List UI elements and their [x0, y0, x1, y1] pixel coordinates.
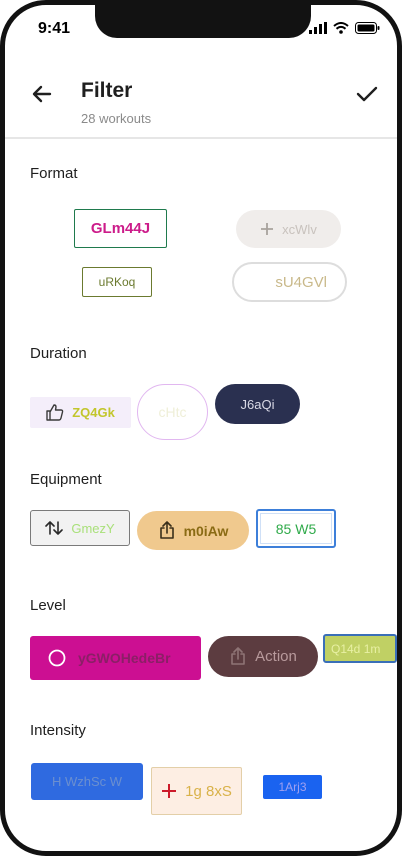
- phone-frame: 9:41 Filter 28 workouts Format GLm44J xc…: [0, 0, 402, 856]
- section-title-equipment: Equipment: [30, 471, 102, 488]
- chip-label: H WzhSc W: [51, 774, 123, 789]
- chip-label: m0iAw: [183, 522, 229, 539]
- app-bar: Filter 28 workouts: [5, 65, 397, 139]
- chip-duration-3[interactable]: J6aQi: [215, 384, 300, 424]
- chip-format-3[interactable]: uRKoq: [82, 267, 152, 297]
- chip-label: 1g 8xS: [185, 782, 232, 800]
- chip-format-1[interactable]: GLm44J: [74, 209, 167, 248]
- thumbs-up-icon: [46, 404, 64, 421]
- arrow-left-icon: [32, 85, 52, 103]
- signal-icon: [309, 22, 327, 34]
- status-icons: [309, 22, 380, 34]
- wifi-icon: [333, 22, 349, 34]
- chip-label: 85 W5: [275, 520, 317, 537]
- page-title: Filter: [81, 79, 133, 102]
- chip-label: uRKoq: [98, 275, 136, 289]
- share-icon: [231, 647, 245, 665]
- battery-icon: [355, 22, 380, 34]
- status-time: 9:41: [38, 20, 71, 37]
- section-title-format: Format: [30, 165, 78, 182]
- chip-label: Q14d 1m: [331, 641, 381, 656]
- chip-intensity-1[interactable]: H WzhSc W: [31, 763, 143, 800]
- chip-format-2[interactable]: xcWlv: [236, 210, 341, 248]
- chip-level-2[interactable]: Action: [208, 636, 318, 677]
- chip-duration-1[interactable]: ZQ4Gk: [30, 397, 131, 428]
- plus-icon: [162, 784, 177, 798]
- chip-intensity-2[interactable]: 1g 8xS: [151, 767, 242, 815]
- back-button[interactable]: [28, 80, 56, 108]
- chip-label: cHtc: [158, 404, 187, 420]
- chip-label: GLm44J: [90, 220, 151, 237]
- confirm-button[interactable]: [353, 80, 381, 108]
- notch: [95, 5, 311, 38]
- chip-level-3[interactable]: Q14d 1m: [323, 634, 397, 663]
- workout-count: 28 workouts: [81, 111, 152, 126]
- chip-equipment-3[interactable]: 85 W5: [256, 509, 336, 548]
- chip-level-1[interactable]: yGWOHedeBr: [30, 636, 201, 680]
- chip-duration-2[interactable]: cHtc: [137, 384, 208, 440]
- up-down-arrows-icon: [45, 521, 64, 535]
- chip-label: J6aQi: [240, 396, 275, 412]
- chip-label: xcWlv: [282, 221, 317, 237]
- plus-icon: [261, 223, 274, 235]
- radio-circle-icon: [48, 649, 66, 667]
- share-icon: [159, 521, 174, 539]
- checkmark-icon: [356, 86, 378, 102]
- section-title-level: Level: [30, 597, 66, 614]
- chip-label: yGWOHedeBr: [78, 650, 171, 666]
- chip-label: GmezY: [71, 520, 115, 536]
- chip-label: 1Arj3: [278, 780, 307, 794]
- chip-label: sU4GVl: [275, 273, 327, 291]
- chip-intensity-3[interactable]: 1Arj3: [263, 775, 322, 799]
- chip-label: Action: [255, 648, 297, 665]
- chip-equipment-1[interactable]: GmezY: [30, 510, 130, 546]
- section-title-intensity: Intensity: [30, 722, 86, 739]
- chip-equipment-2[interactable]: m0iAw: [137, 511, 249, 550]
- chip-label: ZQ4Gk: [72, 405, 115, 420]
- section-title-duration: Duration: [30, 345, 87, 362]
- chip-format-4[interactable]: sU4GVl: [232, 262, 347, 302]
